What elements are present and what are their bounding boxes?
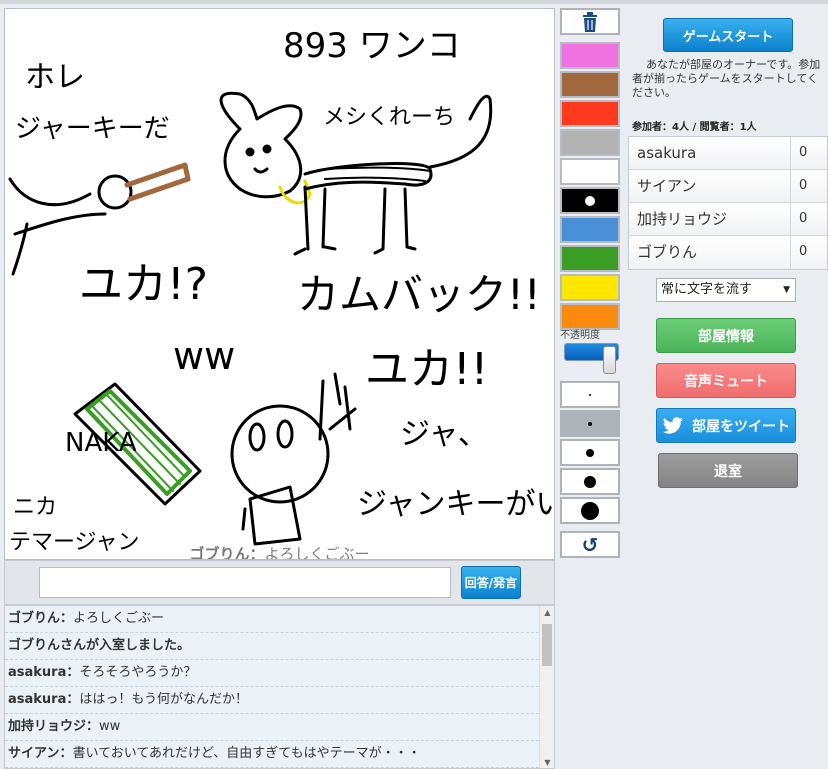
player-name: サイアン: [629, 170, 791, 202]
twitter-bird-icon: [662, 416, 683, 434]
chat-author: サイアン: [8, 746, 60, 761]
text-flow-select-value: 常に文字を流す: [661, 282, 753, 297]
chat-separator: ：: [60, 611, 74, 626]
drawn-text: ジャ、: [400, 417, 488, 452]
chat-author: asakura: [8, 665, 67, 680]
exit-room-button[interactable]: 退室: [658, 453, 798, 488]
drawn-text: ホレ: [25, 60, 85, 95]
color-swatch[interactable]: [560, 187, 620, 214]
overlay-text: よろしくごぶー: [264, 545, 370, 560]
drawn-text: カムバック!!: [297, 270, 541, 319]
chat-message: asakura：ははっ！もう何がなんだか！: [5, 687, 539, 714]
chat-message: サイアン：書いておいてあれだけど、自由すぎてもはやテーマが・・・: [5, 741, 539, 768]
drawn-text: ジャンキーがいる!?: [357, 487, 555, 522]
color-swatch[interactable]: [560, 42, 620, 69]
drawn-text: 893 ワンコ: [283, 26, 461, 66]
player-score: 0: [799, 145, 808, 160]
chat-log: ゴブりん：よろしくごぶー ゴブりんさんが入室しました。 asakura：そろそろ…: [4, 605, 555, 769]
pen-size-button[interactable]: [560, 381, 620, 408]
color-swatch[interactable]: [560, 158, 620, 185]
scroll-up-icon[interactable]: ▲: [540, 606, 554, 620]
chat-scroll-thumb[interactable]: [542, 624, 552, 666]
answer-bar: 回答/発言: [4, 560, 555, 605]
player-row: サイアン 0: [629, 170, 827, 203]
pen-size-button[interactable]: [560, 468, 620, 495]
pen-size-button[interactable]: [560, 410, 620, 437]
player-score: 0: [799, 244, 808, 259]
chat-message: 加持リョウジ：ww: [5, 714, 539, 741]
drawn-text: メシくれーち: [323, 105, 455, 130]
chat-message: ゴブりん：よろしくごぶー: [5, 606, 539, 633]
game-start-button[interactable]: ゲームスタート: [663, 18, 793, 52]
chat-text: 書いておいてあれだけど、自由すぎてもはやテーマが・・・: [72, 746, 421, 761]
player-name: asakura: [629, 137, 791, 169]
chat-author: ゴブりんさんが入室しました。: [8, 638, 191, 653]
chat-author: 加持リョウジ: [8, 719, 87, 734]
chat-text: よろしくごぶー: [73, 611, 165, 626]
chat-separator: ：: [86, 719, 100, 734]
clear-canvas-button[interactable]: [560, 8, 620, 35]
player-row: asakura 0: [629, 137, 827, 170]
owner-note: あなたが部屋のオーナーです。参加者が揃ったらゲームをスタートしてください。: [632, 58, 821, 99]
answer-submit-button[interactable]: 回答/発言: [461, 566, 521, 599]
overlay-chat-message: ゴブりん：よろしくごぶー: [5, 543, 554, 560]
color-swatch[interactable]: [560, 245, 620, 272]
player-score: 0: [799, 178, 808, 193]
player-name: ゴブりん: [629, 236, 791, 269]
answer-input[interactable]: [39, 567, 451, 598]
color-swatch[interactable]: [560, 129, 620, 156]
player-row: ゴブりん 0: [629, 236, 827, 269]
color-swatch[interactable]: [560, 71, 620, 98]
trash-icon: [583, 11, 597, 32]
undo-button[interactable]: ↺: [560, 531, 620, 558]
chat-separator: ：: [66, 665, 80, 680]
chat-message: asakura：そろそろやろうか？: [5, 660, 539, 687]
chat-separator: ：: [59, 746, 73, 761]
pen-size-dot-icon: [586, 448, 594, 457]
color-swatch[interactable]: [560, 100, 620, 127]
player-list: asakura 0 サイアン 0 加持リョウジ 0 ゴブりん 0: [628, 136, 828, 270]
opacity-slider-thumb[interactable]: [603, 346, 616, 374]
pen-size-dot-icon: [589, 393, 591, 396]
sound-mute-button[interactable]: 音声ミュート: [656, 363, 796, 398]
opacity-label: 不透明度: [560, 330, 600, 341]
chat-author: ゴブりん: [8, 611, 61, 626]
chat-author: asakura: [8, 692, 67, 707]
drawn-text: ユカ!!: [365, 344, 488, 395]
drawing-canvas[interactable]: 893 ワンコ ホレ ジャーキーだ メシくれーち ユカ!? ww カムバック!!…: [4, 8, 555, 560]
chat-scrollbar[interactable]: ▲ ▼: [539, 606, 554, 768]
player-name: 加持リョウジ: [629, 203, 791, 235]
chat-message: ゴブりんさんが入室しました。: [5, 633, 539, 660]
chat-text: ww: [99, 719, 121, 734]
chat-text: ははっ！もう何がなんだか！: [79, 692, 249, 707]
undo-icon: ↺: [581, 532, 599, 557]
top-border: [0, 0, 828, 4]
room-info-button[interactable]: 部屋情報: [656, 318, 796, 353]
tweet-room-label: 部屋をツイート: [692, 418, 790, 435]
drawn-text: ww: [173, 334, 235, 378]
pen-size-button[interactable]: [560, 497, 620, 524]
overlay-name: ゴブりん：: [189, 545, 265, 560]
pen-size-dot-icon: [588, 421, 592, 426]
chat-text: そろそろやろうか？: [79, 665, 197, 680]
sketch-drawing: 893 ワンコ ホレ ジャーキーだ メシくれーち ユカ!? ww カムバック!!…: [8, 26, 555, 555]
drawn-text: ユカ!?: [79, 259, 208, 310]
color-swatch[interactable]: [560, 274, 620, 301]
drawn-text: NAKA: [65, 428, 137, 458]
chat-separator: ：: [66, 692, 80, 707]
selected-color-indicator: [585, 195, 595, 206]
drawn-text: ジャーキーだ: [15, 114, 170, 144]
chevron-down-icon: ▼: [783, 285, 790, 295]
scroll-down-icon[interactable]: ▼: [540, 756, 554, 768]
color-swatch[interactable]: [560, 216, 620, 243]
pen-size-dot-icon: [581, 501, 599, 520]
pen-size-button[interactable]: [560, 439, 620, 466]
player-row: 加持リョウジ 0: [629, 203, 827, 236]
player-score: 0: [799, 211, 808, 226]
text-flow-select[interactable]: 常に文字を流す ▼: [656, 278, 796, 302]
tweet-room-button[interactable]: 部屋をツイート: [656, 408, 796, 443]
participant-counts: 参加者：4人 / 閲覧者：1人: [632, 122, 757, 133]
pen-size-dot-icon: [584, 475, 596, 488]
drawn-text: ニカ: [13, 495, 57, 520]
